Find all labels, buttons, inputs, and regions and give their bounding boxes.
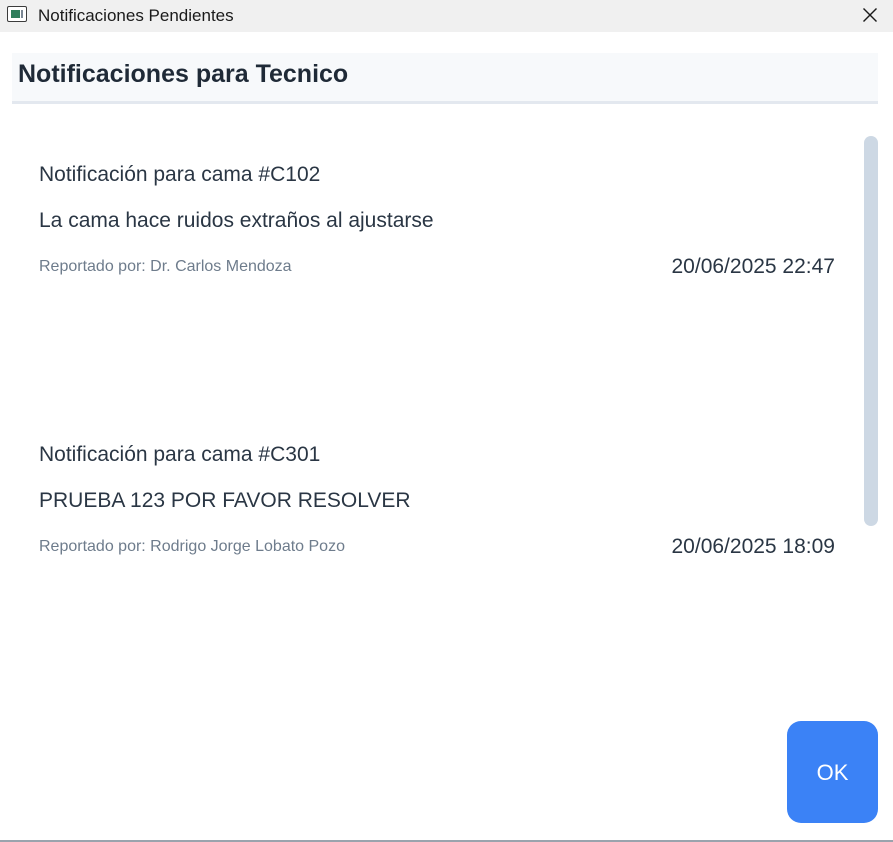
close-icon [863, 8, 877, 22]
notification-title: Notificación para cama #C301 [39, 443, 321, 466]
notification-datetime: 20/06/2025 22:47 [671, 255, 836, 278]
notifications-dialog: Notificaciones Pendientes Notificaciones… [0, 0, 893, 842]
window-app-icon [7, 6, 27, 22]
notification-title: Notificación para cama #C102 [39, 163, 321, 186]
notification-reporter: Reportado por: Dr. Carlos Mendoza [39, 258, 292, 275]
notification-message: La cama hace ruidos extraños al ajustars… [39, 209, 434, 232]
notification-list[interactable]: Notificación para cama #C102 La cama hac… [12, 118, 878, 708]
header-panel: Notificaciones para Tecnico [12, 53, 878, 104]
notification-datetime: 20/06/2025 18:09 [671, 535, 836, 558]
vertical-scrollbar[interactable] [864, 136, 878, 526]
notification-card[interactable]: Notificación para cama #C102 La cama hac… [39, 162, 839, 302]
notification-reporter: Reportado por: Rodrigo Jorge Lobato Pozo [39, 538, 345, 555]
close-button[interactable] [847, 0, 893, 32]
window-title: Notificaciones Pendientes [38, 6, 234, 25]
notification-message: PRUEBA 123 POR FAVOR RESOLVER [39, 489, 411, 512]
page-title: Notificaciones para Tecnico [18, 60, 349, 88]
title-bar[interactable]: Notificaciones Pendientes [0, 0, 893, 32]
notification-card[interactable]: Notificación para cama #C301 PRUEBA 123 … [39, 442, 839, 582]
ok-button[interactable]: OK [787, 721, 878, 823]
